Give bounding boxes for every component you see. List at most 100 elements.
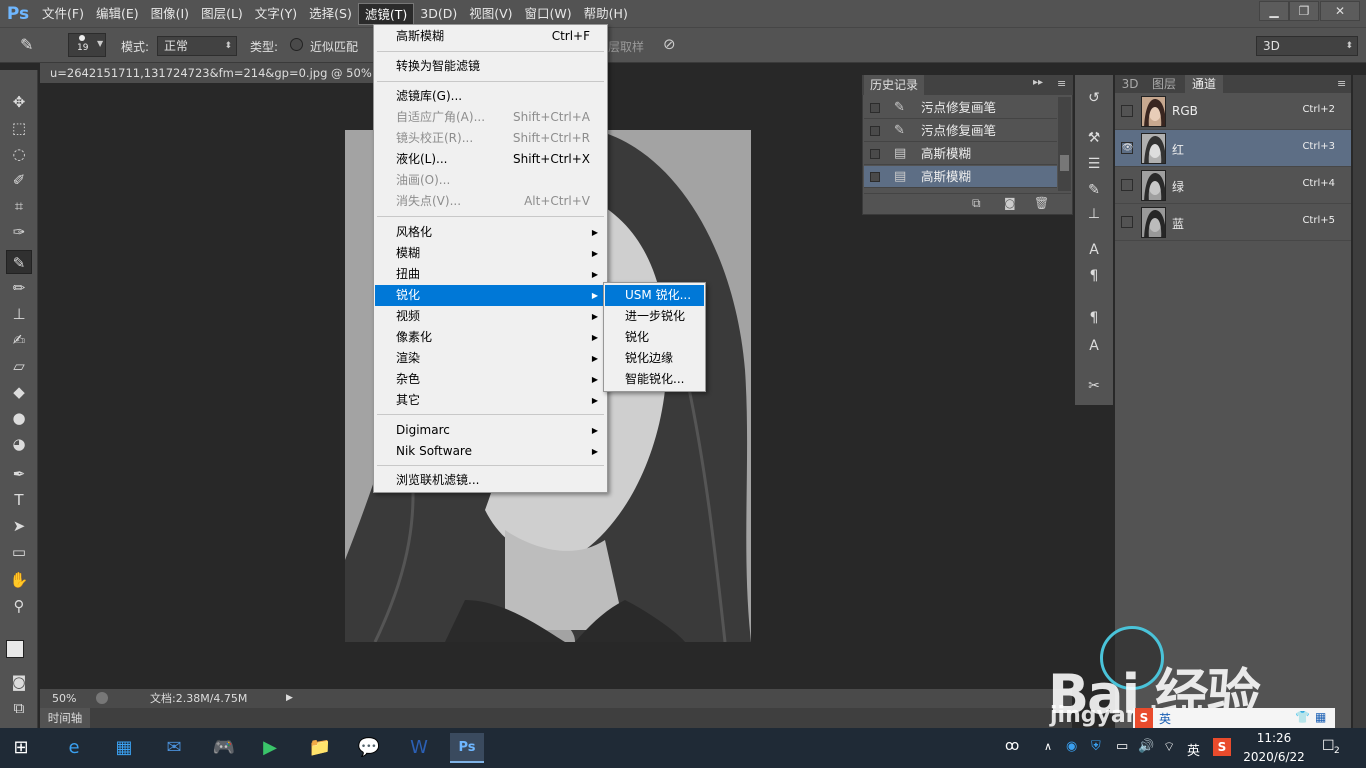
- filter-last-gaussian-blur[interactable]: 高斯模糊 Ctrl+F: [375, 26, 606, 47]
- notification-center-icon[interactable]: ☐: [1322, 738, 1335, 754]
- eyedropper-tool-icon[interactable]: ✑: [6, 220, 32, 244]
- filter-distort[interactable]: 扭曲 ▶: [375, 264, 606, 285]
- volume-icon[interactable]: 🔊: [1138, 739, 1154, 754]
- tray-expand-icon[interactable]: ∧: [1044, 740, 1052, 753]
- history-tab[interactable]: 历史记录: [864, 75, 924, 95]
- menu-select[interactable]: 选择(S): [303, 3, 358, 25]
- menu-view[interactable]: 视图(V): [463, 3, 518, 25]
- clone-source-icon[interactable]: ⊥: [1081, 203, 1107, 225]
- move-tool-icon[interactable]: ✥: [6, 90, 32, 114]
- rectangle-tool-icon[interactable]: ▭: [6, 540, 32, 564]
- status-info-icon[interactable]: [96, 692, 108, 704]
- sharpen-edges[interactable]: 锐化边缘: [605, 348, 704, 369]
- minimize-button[interactable]: ▁: [1259, 1, 1289, 21]
- quick-select-tool-icon[interactable]: ✐: [6, 168, 32, 192]
- photoshop-taskbar-icon[interactable]: Ps: [450, 733, 484, 763]
- blur-tool-icon[interactable]: ●: [6, 406, 32, 430]
- filter-vanishing-point[interactable]: 消失点(V)... Alt+Ctrl+V: [375, 191, 606, 212]
- visibility-toggle[interactable]: [1121, 179, 1133, 191]
- filter-stylize[interactable]: 风格化 ▶: [375, 222, 606, 243]
- history-state-selected[interactable]: ▤ 高斯模糊: [864, 166, 1057, 188]
- character-icon[interactable]: A: [1081, 239, 1107, 261]
- video-player-icon[interactable]: ▶: [253, 733, 287, 763]
- history-dock-icon[interactable]: ↺: [1081, 87, 1107, 109]
- restore-button[interactable]: ❐: [1289, 1, 1319, 21]
- mail-icon[interactable]: ✉: [157, 733, 191, 763]
- spot-healing-tool-icon[interactable]: ✎: [20, 35, 33, 54]
- foreground-color-swatch[interactable]: [6, 640, 24, 658]
- tool-presets-icon[interactable]: ⚒: [1081, 127, 1107, 149]
- filter-nik-software[interactable]: Nik Software ▶: [375, 441, 606, 462]
- type-tool-icon[interactable]: T: [6, 488, 32, 512]
- scroll-thumb[interactable]: [1060, 155, 1069, 171]
- menu-layer[interactable]: 图层(L): [195, 3, 249, 25]
- tab-channels[interactable]: 通道: [1185, 75, 1223, 93]
- history-state[interactable]: ✎ 污点修复画笔: [864, 97, 1057, 119]
- filter-liquify[interactable]: 液化(L)... Shift+Ctrl+X: [375, 149, 606, 170]
- eye-icon[interactable]: 👁: [1121, 142, 1133, 154]
- visibility-toggle[interactable]: [1121, 105, 1133, 117]
- path-select-tool-icon[interactable]: ➤: [6, 514, 32, 538]
- quick-mask-icon[interactable]: ◙: [6, 670, 32, 694]
- hand-tool-icon[interactable]: ✋: [6, 568, 32, 592]
- camera-icon[interactable]: ◙: [1004, 196, 1016, 210]
- menu-filter[interactable]: 滤镜(T): [357, 2, 415, 25]
- sharpen-basic[interactable]: 锐化: [605, 327, 704, 348]
- tab-layers[interactable]: 图层: [1145, 75, 1183, 93]
- app-store-icon[interactable]: ▦: [107, 733, 141, 763]
- history-scrollbar[interactable]: [1058, 97, 1071, 191]
- tab-3d[interactable]: 3D: [1117, 75, 1143, 93]
- menu-image[interactable]: 图像(I): [145, 3, 195, 25]
- spot-healing-brush-icon[interactable]: ✎: [6, 250, 32, 274]
- channels-scrollbar[interactable]: [1353, 75, 1366, 730]
- history-source-checkbox[interactable]: [870, 103, 880, 113]
- sharpen-smart[interactable]: 智能锐化...: [605, 369, 704, 390]
- history-source-checkbox[interactable]: [870, 126, 880, 136]
- pressure-icon[interactable]: ⊘: [663, 35, 676, 53]
- filter-convert-smart[interactable]: 转换为智能滤镜: [375, 56, 606, 77]
- screen-mode-icon[interactable]: ⧉: [6, 696, 32, 720]
- history-state[interactable]: ▤ 高斯模糊: [864, 143, 1057, 165]
- history-source-checkbox[interactable]: [870, 149, 880, 159]
- channel-rgb[interactable]: RGB Ctrl+2: [1115, 93, 1351, 130]
- paragraph-icon[interactable]: ¶: [1081, 265, 1107, 287]
- trash-icon[interactable]: 🗑: [1034, 196, 1049, 210]
- battery-icon[interactable]: ▭: [1116, 739, 1128, 754]
- grid-icon[interactable]: ▦: [1315, 710, 1326, 724]
- history-source-checkbox[interactable]: [870, 172, 880, 182]
- sogou-icon[interactable]: S: [1135, 708, 1153, 728]
- filter-blur[interactable]: 模糊 ▶: [375, 243, 606, 264]
- character-styles-icon[interactable]: A: [1081, 335, 1107, 357]
- clock-date[interactable]: 2020/6/22: [1238, 750, 1310, 764]
- paragraph-styles-icon[interactable]: ¶: [1081, 307, 1107, 329]
- panel-menu-icon[interactable]: ≡: [1057, 77, 1066, 90]
- menu-edit[interactable]: 编辑(E): [90, 3, 145, 25]
- shirt-icon[interactable]: 👕: [1295, 710, 1310, 724]
- wechat-icon[interactable]: 💬: [352, 733, 386, 763]
- clock-time[interactable]: 11:26: [1244, 731, 1304, 745]
- dodge-tool-icon[interactable]: ◕: [6, 432, 32, 456]
- filter-render[interactable]: 渲染 ▶: [375, 348, 606, 369]
- close-button[interactable]: ✕: [1320, 1, 1360, 21]
- file-explorer-icon[interactable]: 📁: [303, 733, 337, 763]
- filter-adaptive-wide-angle[interactable]: 自适应广角(A)... Shift+Ctrl+A: [375, 107, 606, 128]
- type-radio[interactable]: [290, 38, 303, 51]
- brush-tool-icon[interactable]: ✏: [6, 276, 32, 300]
- filter-noise[interactable]: 杂色 ▶: [375, 369, 606, 390]
- people-icon[interactable]: ꝏ: [1005, 738, 1019, 754]
- filter-video[interactable]: 视频 ▶: [375, 306, 606, 327]
- history-state[interactable]: ✎ 污点修复画笔: [864, 120, 1057, 142]
- crop-tool-icon[interactable]: ⌗: [6, 194, 32, 218]
- zoom-level[interactable]: 50%: [52, 689, 76, 708]
- filter-gallery[interactable]: 滤镜库(G)...: [375, 86, 606, 107]
- menu-3d[interactable]: 3D(D): [414, 3, 463, 25]
- document-tab[interactable]: u=2642151711,131724723&fm=214&gp=0.jpg @…: [40, 63, 380, 83]
- ime-mode[interactable]: 英: [1159, 710, 1171, 727]
- filter-pixelate[interactable]: 像素化 ▶: [375, 327, 606, 348]
- eraser-tool-icon[interactable]: ▱: [6, 354, 32, 378]
- channel-green[interactable]: 绿 Ctrl+4: [1115, 167, 1351, 204]
- filter-oil-paint[interactable]: 油画(O)...: [375, 170, 606, 191]
- wifi-icon[interactable]: ⌔: [1163, 739, 1175, 755]
- channel-red[interactable]: 👁 红 Ctrl+3: [1115, 130, 1351, 167]
- filter-sharpen[interactable]: 锐化 ▶: [375, 285, 606, 306]
